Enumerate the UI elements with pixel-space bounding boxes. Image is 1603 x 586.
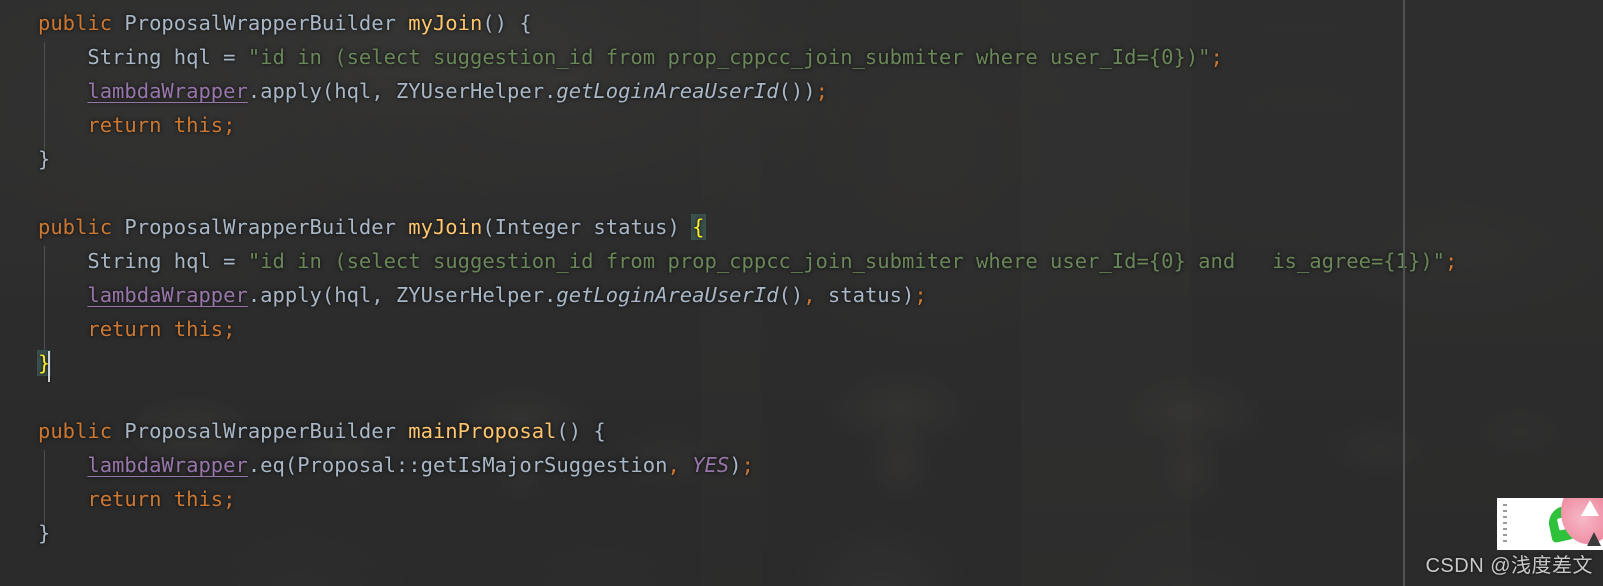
code-token-kw: public	[38, 11, 113, 35]
code-token-def: status)	[815, 283, 915, 307]
code-token-def: String hql	[87, 45, 224, 69]
code-token-def: ProposalWrapperBuilder	[124, 419, 396, 443]
code-token-punc: =	[223, 45, 248, 69]
code-token-fld: lambdaWrapper	[87, 283, 248, 307]
text-caret	[48, 351, 50, 382]
code-line[interactable]	[0, 176, 38, 210]
code-token-kw: return	[87, 113, 174, 137]
code-token-mth: myJoin	[408, 11, 483, 35]
code-token-stat: getLoginAreaUserId	[556, 79, 779, 103]
code-line[interactable]: }	[0, 516, 50, 550]
code-token-punc: (Integer status)	[482, 215, 693, 239]
code-token-def: String hql	[87, 249, 224, 273]
code-token-semi: ;	[1445, 249, 1458, 273]
code-line[interactable]: return this;	[0, 108, 236, 142]
code-token-def: )	[729, 453, 742, 477]
code-token-kw: this	[173, 487, 224, 511]
pink-badge-mark	[1581, 500, 1599, 516]
code-token-str: "id in (select suggestion_id from prop_c…	[247, 45, 1211, 69]
code-token-semi: ;	[815, 79, 828, 103]
code-token-def: .apply(hql, ZYUserHelper.	[247, 283, 557, 307]
code-token-kw: public	[38, 215, 113, 239]
screenshot-root: public ProposalWrapperBuilder myJoin() {…	[0, 0, 1603, 586]
code-line[interactable]: public ProposalWrapperBuilder myJoin(Int…	[0, 210, 705, 244]
code-token-punc: =	[223, 249, 248, 273]
code-editor[interactable]: public ProposalWrapperBuilder myJoin() {…	[0, 0, 1603, 586]
code-token-punc	[396, 215, 408, 239]
code-token-semi: ,	[803, 283, 816, 307]
code-token-def: .eq(Proposal::getIsMajorSuggestion	[247, 453, 668, 477]
code-token-punc	[112, 419, 124, 443]
code-token-semi: ;	[223, 487, 236, 511]
code-token-mth: myJoin	[408, 215, 483, 239]
code-line[interactable]: String hql = "id in (select suggestion_i…	[0, 40, 1223, 74]
code-token-punc: () {	[482, 11, 532, 35]
code-token-def: ProposalWrapperBuilder	[124, 11, 396, 35]
code-token-def: ()	[778, 283, 804, 307]
code-line[interactable]: public ProposalWrapperBuilder myJoin() {	[0, 6, 532, 40]
code-token-punc	[396, 11, 408, 35]
code-token-punc: }	[38, 147, 51, 171]
code-line[interactable]: return this;	[0, 312, 236, 346]
code-token-stat: getLoginAreaUserId	[556, 283, 779, 307]
code-token-semi: ;	[1210, 45, 1223, 69]
code-token-kw: this	[173, 113, 224, 137]
code-line[interactable]: lambdaWrapper.apply(hql, ZYUserHelper.ge…	[0, 74, 828, 108]
code-line[interactable]: public ProposalWrapperBuilder mainPropos…	[0, 414, 606, 448]
code-token-str: "id in (select suggestion_id from prop_c…	[247, 249, 1446, 273]
corner-sticker-overlay	[1497, 498, 1603, 550]
right-margin-guide	[1403, 0, 1405, 586]
sticker-perforation	[1503, 504, 1507, 544]
code-token-kw: this	[173, 317, 224, 341]
code-token-fld: lambdaWrapper	[87, 453, 248, 477]
code-token-punc	[112, 215, 124, 239]
code-token-def: ProposalWrapperBuilder	[124, 215, 396, 239]
code-token-semi: ,	[667, 453, 680, 477]
code-token-fld: lambdaWrapper	[87, 79, 248, 103]
code-token-punc: () {	[556, 419, 606, 443]
code-token-semi: ;	[741, 453, 754, 477]
code-token-kw: return	[87, 317, 174, 341]
code-line[interactable]: }	[0, 346, 51, 380]
code-token-brace-hl: {	[692, 215, 705, 239]
code-token-kw: public	[38, 419, 113, 443]
code-token-def	[680, 453, 692, 477]
code-line[interactable]: }	[0, 142, 50, 176]
code-line[interactable]: return this;	[0, 482, 236, 516]
code-line[interactable]: lambdaWrapper.apply(hql, ZYUserHelper.ge…	[0, 278, 927, 312]
csdn-watermark: CSDN @浅度差文	[1425, 555, 1593, 577]
code-token-def: .apply(hql, ZYUserHelper.	[247, 79, 557, 103]
code-token-def: ())	[778, 79, 816, 103]
code-token-punc	[396, 419, 408, 443]
code-line[interactable]	[0, 380, 38, 414]
code-line[interactable]: lambdaWrapper.eq(Proposal::getIsMajorSug…	[0, 448, 754, 482]
code-token-statf: YES	[692, 453, 730, 477]
code-token-punc	[112, 11, 124, 35]
code-token-semi: ;	[914, 283, 927, 307]
code-token-semi: ;	[223, 317, 236, 341]
code-line[interactable]: String hql = "id in (select suggestion_i…	[0, 244, 1457, 278]
code-token-punc: }	[38, 521, 51, 545]
code-token-kw: return	[87, 487, 174, 511]
code-token-mth: mainProposal	[408, 419, 557, 443]
code-token-semi: ;	[223, 113, 236, 137]
